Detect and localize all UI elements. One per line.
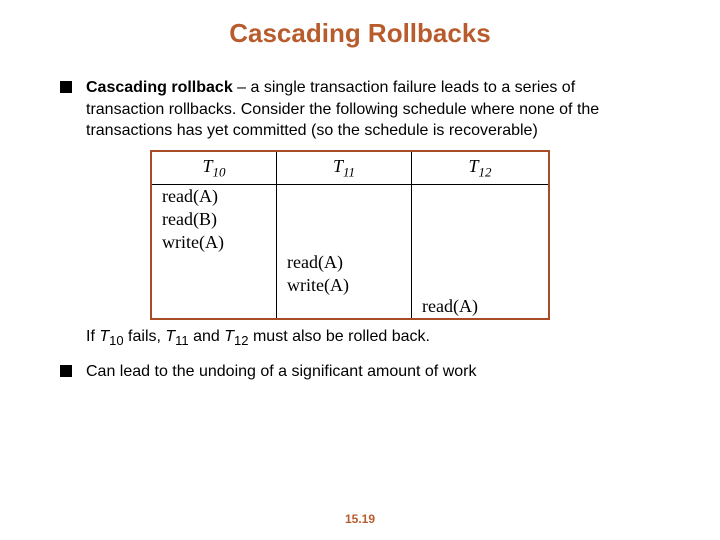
header-t12: T12: [412, 152, 548, 185]
square-bullet-icon: [60, 81, 72, 93]
bullet-text-2: Can lead to the undoing of a significant…: [86, 361, 476, 383]
column-t12: read(A): [412, 185, 548, 318]
square-bullet-icon: [60, 365, 72, 377]
bullet-item-2: Can lead to the undoing of a significant…: [60, 361, 680, 383]
op-write-a: write(A): [277, 274, 411, 297]
bullet-text-1: Cascading rollback – a single transactio…: [86, 77, 646, 142]
table-header-row: T10 T11 T12: [152, 152, 548, 186]
header-t10: T10: [152, 152, 277, 185]
page-title: Cascading Rollbacks: [40, 18, 680, 49]
header-t11: T11: [277, 152, 412, 185]
column-t11: read(A) write(A): [277, 185, 412, 318]
rollback-consequence: If T10 fails, T11 and T12 must also be r…: [86, 328, 680, 348]
bullet-item-1: Cascading rollback – a single transactio…: [60, 77, 680, 142]
slide-number: 15.19: [0, 512, 720, 526]
op-read-a: read(A): [277, 251, 411, 274]
term-cascading-rollback: Cascading rollback: [86, 79, 233, 96]
op-write-a: write(A): [152, 231, 276, 254]
op-read-b: read(B): [152, 208, 276, 231]
table-body: read(A) read(B) write(A) read(A) write(A…: [152, 185, 548, 318]
column-t10: read(A) read(B) write(A): [152, 185, 277, 318]
schedule-table: T10 T11 T12 read(A) read(B) write(A) rea…: [150, 150, 550, 321]
op-read-a: read(A): [412, 295, 548, 318]
op-read-a: read(A): [152, 185, 276, 208]
